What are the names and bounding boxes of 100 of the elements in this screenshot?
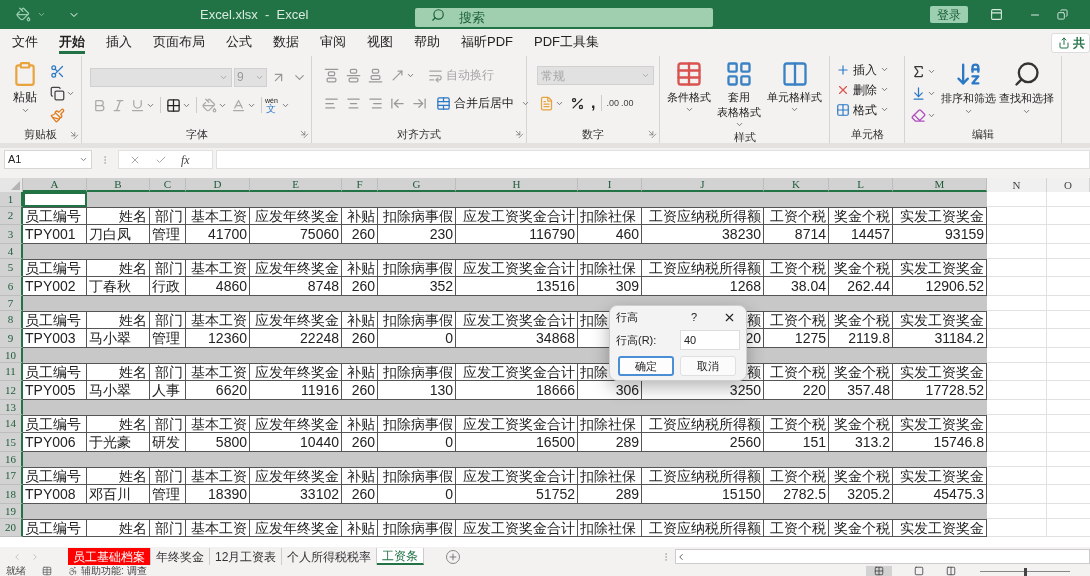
column-header[interactable]: B [87, 178, 150, 192]
column-header[interactable]: H [456, 178, 578, 192]
restore-icon[interactable] [1057, 9, 1068, 20]
empty-cell[interactable] [987, 381, 1047, 400]
column-header[interactable]: N [987, 178, 1047, 192]
column-header[interactable]: J [642, 178, 764, 192]
sum-icon[interactable] [911, 63, 926, 79]
table-icon[interactable] [675, 60, 703, 88]
normal-view-button[interactable] [866, 566, 892, 576]
empty-cell[interactable] [987, 519, 1047, 537]
dialog-button[interactable]: 确定 [618, 356, 674, 376]
percent-icon[interactable] [570, 95, 585, 111]
menu-tab[interactable]: 帮助 [414, 31, 440, 54]
column-header[interactable]: O [1047, 178, 1090, 192]
menu-tab[interactable]: 视图 [367, 31, 393, 54]
empty-cell[interactable] [987, 363, 1047, 381]
caret-icon[interactable] [790, 105, 799, 114]
align-center-icon[interactable] [346, 95, 361, 111]
name-box[interactable]: A1 [4, 150, 92, 169]
menu-tab[interactable]: 审阅 [320, 31, 346, 54]
page-layout-icon[interactable] [914, 566, 924, 576]
empty-cell[interactable] [987, 433, 1047, 452]
row-header[interactable]: 18 [0, 485, 23, 504]
search-icon[interactable] [1012, 60, 1041, 88]
row-header[interactable]: 8 [0, 311, 23, 329]
caret-icon[interactable] [79, 155, 88, 164]
menu-tab[interactable]: 福昕PDF [461, 31, 513, 54]
row-header[interactable]: 16 [0, 452, 23, 467]
horizontal-scrollbar[interactable] [675, 549, 1090, 564]
sheet-tab[interactable]: 12月工资表 [210, 548, 283, 565]
eraser-icon[interactable] [911, 107, 926, 123]
menu-tab[interactable]: 公式 [226, 31, 252, 54]
scissors-icon[interactable] [50, 63, 65, 79]
row-header[interactable]: 13 [0, 400, 23, 415]
row-height-field[interactable]: 40 [680, 330, 740, 350]
comma-style-button[interactable]: , [589, 91, 598, 115]
bottom-align-icon[interactable] [368, 67, 383, 83]
align-left-icon[interactable] [324, 95, 339, 111]
column-header[interactable]: A [23, 178, 87, 192]
help-button[interactable]: ? [690, 308, 697, 326]
column-header[interactable]: E [250, 178, 342, 192]
grid-icon[interactable] [725, 60, 753, 88]
editing-button[interactable]: 排序和筛选 [941, 90, 996, 107]
column-header[interactable]: D [186, 178, 250, 192]
empty-cell[interactable] [987, 415, 1047, 433]
empty-cell[interactable] [987, 485, 1047, 504]
slider-thumb[interactable] [1023, 568, 1027, 576]
top-align-icon[interactable] [324, 67, 339, 83]
column-header[interactable]: M [893, 178, 987, 192]
menu-tab[interactable]: 插入 [106, 31, 132, 54]
cells-menu-button[interactable]: 删除 [853, 80, 877, 99]
underline-icon[interactable] [130, 97, 145, 113]
scroll-left-icon[interactable] [676, 551, 686, 562]
next-sheet-icon[interactable] [30, 551, 40, 562]
column-header[interactable]: L [829, 178, 893, 192]
row-header[interactable]: 5 [0, 259, 23, 277]
sheet-tab[interactable]: 工资条 [377, 548, 425, 565]
row-header[interactable]: 19 [0, 504, 23, 519]
autosave-icon[interactable] [16, 7, 31, 22]
empty-cell[interactable] [987, 467, 1047, 485]
menu-tab[interactable]: 文件 [12, 31, 38, 54]
column-header[interactable]: G [378, 178, 456, 192]
font-name-dropdown[interactable] [90, 67, 232, 87]
align-right-icon[interactable] [368, 95, 383, 111]
menu-tab[interactable]: 数据 [273, 31, 299, 54]
column-header[interactable]: K [764, 178, 829, 192]
style-button[interactable]: 套用 [728, 90, 750, 105]
empty-cell[interactable] [987, 311, 1047, 329]
menu-tab[interactable]: 开始 [59, 31, 85, 54]
wrap-text-icon[interactable] [428, 67, 443, 83]
paintbrush-icon[interactable] [50, 107, 65, 123]
menu-tab[interactable]: PDF工具集 [534, 31, 599, 54]
previous-sheet-icon[interactable] [12, 551, 22, 562]
orientation-icon[interactable] [390, 67, 405, 83]
row-header[interactable]: 12 [0, 381, 23, 400]
fill-color-icon[interactable] [202, 97, 217, 113]
borders-icon[interactable] [166, 97, 181, 113]
style-button[interactable]: 条件格式 [667, 90, 711, 105]
increase-decimal-button[interactable]: .00 [606, 98, 619, 108]
empty-cell[interactable] [987, 259, 1047, 277]
row-header[interactable]: 2 [0, 207, 23, 225]
caret-icon[interactable] [37, 10, 46, 19]
caret-icon[interactable] [734, 120, 744, 129]
search-field[interactable]: 搜索 [415, 8, 713, 28]
empty-cell[interactable] [987, 225, 1047, 244]
sheet-tab[interactable]: 员工基础档案 [68, 548, 151, 565]
sheet-tab[interactable]: 年终奖金 [151, 548, 210, 565]
caret-icon[interactable] [20, 106, 30, 115]
accessibility-icon[interactable] [68, 566, 78, 576]
row-header[interactable]: 17 [0, 467, 23, 485]
share-button[interactable]: 共 [1051, 32, 1090, 53]
copy-icon[interactable] [50, 85, 65, 101]
row-header[interactable]: 10 [0, 348, 23, 363]
row-header[interactable]: 20 [0, 519, 23, 537]
row-header[interactable]: 1 [0, 192, 23, 207]
caret-icon[interactable] [880, 105, 889, 114]
column-header[interactable]: I [578, 178, 642, 192]
row-header[interactable]: 14 [0, 415, 23, 433]
column-header[interactable]: F [342, 178, 378, 192]
empty-cell[interactable] [987, 329, 1047, 348]
